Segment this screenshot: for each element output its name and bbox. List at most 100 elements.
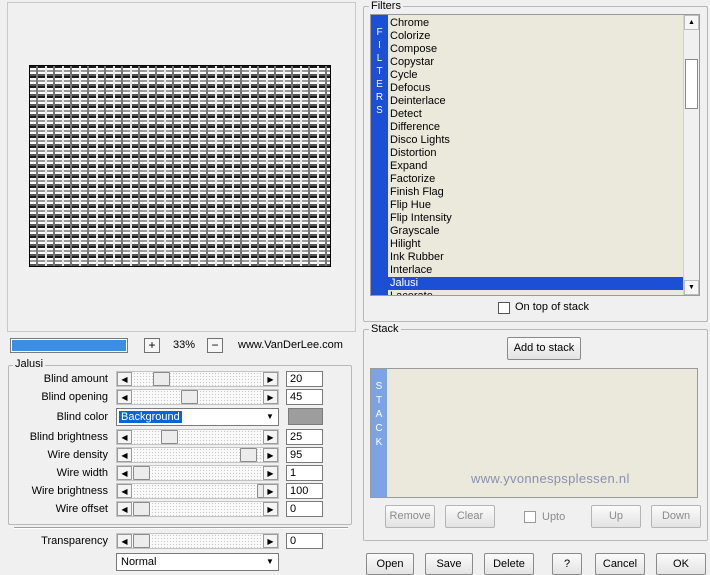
filter-item[interactable]: Jalusi <box>388 277 685 290</box>
arrow-left-icon[interactable]: ◀ <box>117 534 132 548</box>
filter-item[interactable]: Grayscale <box>388 225 685 238</box>
filter-item[interactable]: Compose <box>388 43 685 56</box>
filter-item[interactable]: Detect <box>388 108 685 121</box>
arrow-left-icon[interactable]: ◀ <box>117 372 132 386</box>
remove-button[interactable]: Remove <box>385 505 435 528</box>
on-top-label: On top of stack <box>515 301 589 313</box>
add-to-stack-button[interactable]: Add to stack <box>507 337 581 360</box>
params-group-title: Jalusi <box>13 358 46 370</box>
stack-group-title: Stack <box>369 323 401 335</box>
filter-item[interactable]: Copystar <box>388 56 685 69</box>
slider-thumb[interactable] <box>133 534 150 548</box>
filter-item[interactable]: Distortion <box>388 147 685 160</box>
slider-thumb[interactable] <box>153 372 170 386</box>
filter-item[interactable]: Flip Intensity <box>388 212 685 225</box>
scroll-thumb[interactable] <box>685 59 698 109</box>
filter-item[interactable]: Cycle <box>388 69 685 82</box>
scroll-up-icon[interactable]: ▲ <box>684 15 699 30</box>
arrow-left-icon[interactable]: ◀ <box>117 502 132 516</box>
cancel-button[interactable]: Cancel <box>595 553 645 575</box>
ok-button[interactable]: OK <box>656 553 706 575</box>
param-slider[interactable]: ◀ ▶ <box>116 483 279 499</box>
upto-label: Upto <box>542 511 566 523</box>
arrow-right-icon[interactable]: ▶ <box>263 448 278 462</box>
arrow-left-icon[interactable]: ◀ <box>117 484 132 498</box>
zoom-out-button[interactable]: − <box>207 338 223 353</box>
param-slider[interactable]: ◀ ▶ <box>116 447 279 463</box>
preview-image[interactable] <box>29 65 331 267</box>
slider-thumb[interactable] <box>181 390 198 404</box>
slider-value[interactable]: 1 <box>286 465 323 481</box>
arrow-right-icon[interactable]: ▶ <box>263 372 278 386</box>
transparency-value[interactable]: 0 <box>286 533 323 549</box>
slider-value[interactable]: 100 <box>286 483 323 499</box>
arrow-right-icon[interactable]: ▶ <box>263 430 278 444</box>
param-slider[interactable]: ◀ ▶ <box>116 429 279 445</box>
slider-thumb[interactable] <box>133 502 150 516</box>
slider-value[interactable]: 95 <box>286 447 323 463</box>
filters-list[interactable]: FILTERS Chrome Colorize Compose Copystar Cyc… <box>370 14 700 296</box>
arrow-left-icon[interactable]: ◀ <box>117 430 132 444</box>
blind-color-dropdown[interactable]: Background ▼ <box>116 408 279 426</box>
arrow-left-icon[interactable]: ◀ <box>117 466 132 480</box>
help-button[interactable]: ? <box>552 553 582 575</box>
filter-item[interactable]: Hilight <box>388 238 685 251</box>
slider-thumb[interactable] <box>240 448 257 462</box>
filter-item[interactable]: Chrome <box>388 17 685 30</box>
strip-letter: E <box>376 79 383 90</box>
filter-item[interactable]: Flip Hue <box>388 199 685 212</box>
filter-item[interactable]: Ink Rubber <box>388 251 685 264</box>
slider-value[interactable]: 20 <box>286 371 323 387</box>
slider-value[interactable]: 0 <box>286 501 323 517</box>
param-slider[interactable]: ◀ ▶ <box>116 465 279 481</box>
strip-letter: K <box>375 437 383 448</box>
param-slider[interactable]: ◀ ▶ <box>116 501 279 517</box>
arrow-left-icon[interactable]: ◀ <box>117 390 132 404</box>
filter-item[interactable]: Defocus <box>388 82 685 95</box>
upto-checkbox[interactable] <box>524 511 536 523</box>
filter-item[interactable]: Disco Lights <box>388 134 685 147</box>
param-slider[interactable]: ◀ ▶ <box>116 371 279 387</box>
arrow-right-icon[interactable]: ▶ <box>263 484 278 498</box>
transparency-slider[interactable]: ◀ ▶ <box>116 533 279 549</box>
slider-label: Blind brightness <box>29 431 108 443</box>
arrow-right-icon[interactable]: ▶ <box>263 502 278 516</box>
on-top-checkbox[interactable] <box>498 302 510 314</box>
filter-item[interactable]: Interlace <box>388 264 685 277</box>
filter-item[interactable]: Deinterlace <box>388 95 685 108</box>
filters-scrollbar[interactable]: ▲ ▼ <box>683 15 699 295</box>
filter-item[interactable]: Colorize <box>388 30 685 43</box>
stack-list[interactable]: STACK www.yvonnespsplessen.nl <box>370 368 698 498</box>
filter-item[interactable]: Lacerate <box>388 290 685 295</box>
slider-thumb[interactable] <box>161 430 178 444</box>
slider-value[interactable]: 45 <box>286 389 323 405</box>
blind-color-label: Blind color <box>56 411 108 423</box>
delete-button[interactable]: Delete <box>484 553 534 575</box>
arrow-left-icon[interactable]: ◀ <box>117 448 132 462</box>
scroll-down-icon[interactable]: ▼ <box>684 280 699 295</box>
chevron-down-icon[interactable]: ▼ <box>263 555 277 569</box>
zoom-in-button[interactable]: + <box>144 338 160 353</box>
save-button[interactable]: Save <box>425 553 473 575</box>
blind-color-swatch[interactable] <box>288 408 323 425</box>
open-button[interactable]: Open <box>366 553 414 575</box>
arrow-right-icon[interactable]: ▶ <box>263 466 278 480</box>
slider-value[interactable]: 25 <box>286 429 323 445</box>
filter-item[interactable]: Expand <box>388 160 685 173</box>
blend-mode-dropdown[interactable]: Normal ▼ <box>116 553 279 571</box>
chevron-down-icon[interactable]: ▼ <box>263 410 277 424</box>
website-link[interactable]: www.VanDerLee.com <box>238 339 343 351</box>
blind-color-selected: Background <box>119 411 182 423</box>
slider-thumb[interactable] <box>133 466 150 480</box>
arrow-right-icon[interactable]: ▶ <box>263 390 278 404</box>
arrow-right-icon[interactable]: ▶ <box>263 534 278 548</box>
watermark-text: www.yvonnespsplessen.nl <box>471 471 630 486</box>
up-button[interactable]: Up <box>591 505 641 528</box>
strip-letter: L <box>376 53 383 64</box>
filter-item[interactable]: Difference <box>388 121 685 134</box>
filter-item[interactable]: Finish Flag <box>388 186 685 199</box>
clear-button[interactable]: Clear <box>445 505 495 528</box>
down-button[interactable]: Down <box>651 505 701 528</box>
filter-item[interactable]: Factorize <box>388 173 685 186</box>
param-slider[interactable]: ◀ ▶ <box>116 389 279 405</box>
